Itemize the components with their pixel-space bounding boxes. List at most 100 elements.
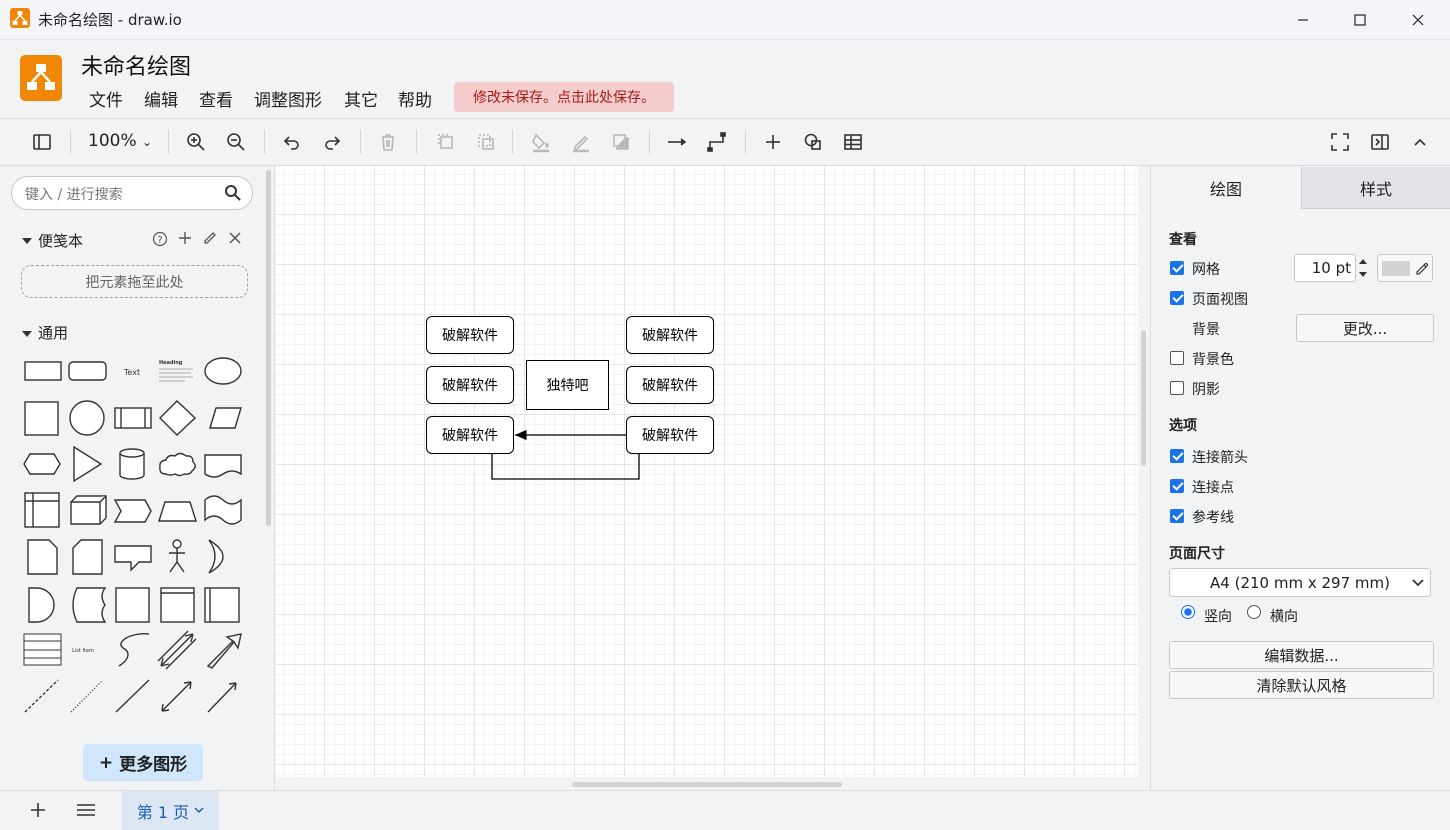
background-color-checkbox[interactable] [1170,351,1184,365]
add-icon[interactable] [178,231,192,249]
guides-checkbox[interactable] [1170,509,1184,523]
shape-bidirectional-connector[interactable] [161,681,192,712]
close-icon[interactable] [1395,0,1441,40]
shape-step[interactable] [113,499,152,523]
scratchpad-drop-zone[interactable]: 把元素拖至此处 [21,265,248,298]
diagram-node[interactable]: 破解软件 [626,416,714,454]
shadow-icon[interactable] [607,128,635,156]
shape-triangle[interactable] [73,445,103,483]
collapse-triangle-icon[interactable] [22,234,32,250]
page-view-checkbox[interactable] [1170,291,1184,305]
diagram-node[interactable]: 破解软件 [626,316,714,354]
unsaved-changes-notice[interactable]: 修改未保存。点击此处保存。 [454,82,674,112]
more-shapes-button[interactable]: + 更多图形 [83,744,203,781]
zoom-level[interactable]: 100% ⌄ [88,131,152,151]
shape-text[interactable]: Text [123,368,140,377]
shape-rounded-rectangle[interactable] [68,361,107,381]
diagram-node[interactable]: 破解软件 [426,316,514,354]
maximize-icon[interactable] [1337,0,1383,40]
to-front-icon[interactable] [432,128,460,156]
to-back-icon[interactable] [472,128,500,156]
shape-actor[interactable] [169,539,185,573]
general-section-title[interactable]: 通用 [38,322,68,343]
help-icon[interactable]: ? [152,231,168,251]
waypoints-icon[interactable] [703,128,731,156]
shape-process[interactable] [114,407,152,429]
shape-tape[interactable] [204,495,242,525]
menu-file[interactable]: 文件 [89,86,123,111]
shape-square-2[interactable] [115,587,150,623]
shape-bidirectional-arrow[interactable] [157,630,197,670]
horizontal-scrollbar[interactable] [572,782,842,787]
shape-swimlane[interactable] [204,587,240,623]
menu-extras[interactable]: 其它 [344,86,378,111]
menu-edit[interactable]: 编辑 [144,86,178,111]
shape-hexagon[interactable] [23,453,61,475]
grid-size-stepper[interactable] [1356,254,1370,282]
shape-cube[interactable] [70,495,107,525]
portrait-radio[interactable] [1181,605,1195,619]
diagram-center-node[interactable]: 独特吧 [526,360,609,410]
undo-icon[interactable] [278,128,306,156]
shape-data-storage[interactable] [72,587,107,623]
shape-half-circle[interactable] [28,587,55,623]
shape-dotted-line[interactable] [70,679,104,713]
sidebar-scrollbar[interactable] [266,170,271,526]
landscape-radio[interactable] [1247,605,1261,619]
menu-view[interactable]: 查看 [199,86,233,111]
shape-callout[interactable] [114,545,152,572]
connector-edge[interactable] [491,454,640,480]
close-icon[interactable] [229,232,241,248]
shape-circle[interactable] [69,400,105,436]
menu-help[interactable]: 帮助 [398,86,432,111]
shape-curve[interactable] [118,633,150,667]
zoom-in-icon[interactable] [182,128,210,156]
clear-default-style-button[interactable]: 清除默认风格 [1169,671,1434,699]
shape-diamond[interactable] [159,400,197,436]
menu-arrange[interactable]: 调整图形 [254,86,322,111]
add-page-icon[interactable] [29,801,47,823]
shape-document[interactable] [204,454,242,478]
connection-icon[interactable] [663,128,691,156]
redo-icon[interactable] [318,128,346,156]
scratchpad-title[interactable]: 便笺本 [38,230,83,251]
shape-parallelogram[interactable] [209,407,242,429]
shape-card[interactable] [72,539,103,575]
shape-trapezoid[interactable] [158,501,197,522]
shape-arrow[interactable] [206,633,242,669]
format-panel-icon[interactable] [1366,128,1394,156]
shape-or[interactable] [208,539,224,574]
search-icon[interactable] [224,184,242,206]
grid-color-button[interactable] [1377,254,1433,282]
diagram-node[interactable]: 破解软件 [426,366,514,404]
grid-size-input[interactable]: 10 pt [1294,254,1356,282]
shadow-checkbox[interactable] [1170,381,1184,395]
zoom-out-icon[interactable] [222,128,250,156]
connection-points-checkbox[interactable] [1170,479,1184,493]
page-size-select[interactable]: A4 (210 mm x 297 mm) [1169,568,1431,597]
grid-checkbox[interactable] [1170,261,1184,275]
tab-style[interactable]: 样式 [1301,167,1450,209]
diagram-node[interactable]: 破解软件 [626,366,714,404]
page-tab[interactable]: 第 1 页 [122,791,219,830]
pages-menu-icon[interactable] [76,801,96,823]
fill-color-icon[interactable] [527,128,555,156]
sidebar-toggle-icon[interactable] [28,128,56,156]
tab-diagram[interactable]: 绘图 [1151,167,1301,209]
collapse-icon[interactable] [1406,128,1434,156]
table-icon[interactable] [839,128,867,156]
insert-icon[interactable] [759,128,787,156]
shapes-icon[interactable] [799,128,827,156]
shape-cloud[interactable] [159,452,196,477]
vertical-scrollbar[interactable] [1141,330,1146,466]
diagram-node[interactable]: 破解软件 [426,416,514,454]
fullscreen-icon[interactable] [1326,128,1354,156]
connection-arrows-checkbox[interactable] [1170,449,1184,463]
delete-icon[interactable] [374,128,402,156]
edit-icon[interactable] [203,231,217,249]
shape-ellipse[interactable] [204,357,242,385]
edit-data-button[interactable]: 编辑数据... [1169,641,1434,669]
shape-list-item[interactable]: List Item [72,648,94,654]
shape-cylinder[interactable] [119,448,145,480]
shape-note[interactable] [27,539,58,575]
